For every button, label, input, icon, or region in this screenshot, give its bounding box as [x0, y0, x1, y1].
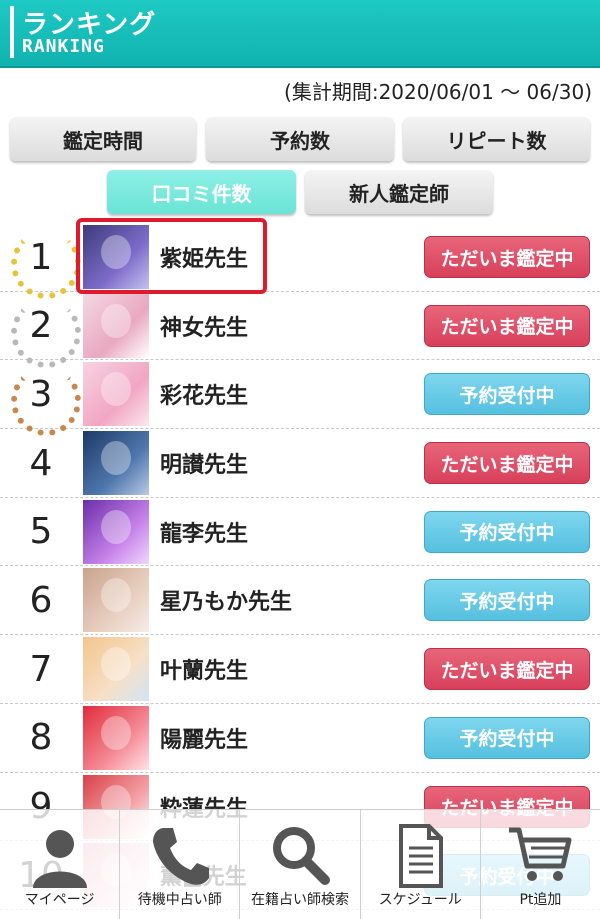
tab-reservations[interactable]: 予約数	[206, 117, 394, 161]
user-icon	[25, 820, 95, 890]
fortune-teller-name[interactable]: 陽麗先生	[160, 704, 248, 772]
status-badge-reserve[interactable]: 予約受付中	[424, 716, 590, 759]
fortune-teller-name[interactable]: 星乃もか先生	[160, 566, 292, 634]
rank-number-text: 3	[29, 373, 53, 415]
avatar[interactable]	[83, 705, 149, 770]
rank-number-text: 5	[29, 511, 53, 553]
avatar[interactable]	[83, 499, 149, 564]
status-badge-reserve[interactable]: 予約受付中	[424, 373, 590, 416]
status-badge-reserve[interactable]: 予約受付中	[424, 579, 590, 622]
fortune-teller-name[interactable]: 龍李先生	[160, 498, 248, 566]
nav-item-search[interactable]: 在籍占い師検索	[240, 810, 361, 919]
nav-item-cart[interactable]: Pt追加	[481, 810, 600, 919]
rank-number-text: 4	[29, 442, 53, 484]
status-badge-live[interactable]: ただいま鑑定中	[424, 648, 590, 691]
phone-icon	[145, 820, 215, 890]
rank-number: 4	[8, 429, 74, 497]
rank-number-text: 8	[29, 717, 53, 759]
avatar[interactable]	[83, 568, 149, 633]
status-badge-reserve[interactable]: 予約受付中	[424, 510, 590, 553]
rank-number: 7	[8, 635, 74, 703]
rank-number-text: 2	[29, 305, 53, 347]
tab-appraisal-time[interactable]: 鑑定時間	[10, 117, 196, 161]
nav-label: 在籍占い師検索	[251, 892, 349, 908]
tab-new-fortune-tellers[interactable]: 新人鑑定師	[305, 170, 493, 214]
rank-number: 6	[8, 566, 74, 634]
nav-label: Pt追加	[519, 892, 562, 908]
header-accent-bar	[10, 6, 14, 58]
nav-item-user[interactable]: マイページ	[0, 810, 121, 919]
rank-number-text: 1	[29, 236, 53, 278]
fortune-teller-name[interactable]: 彩花先生	[160, 360, 248, 428]
aggregation-period: (集計期間:2020/06/01 〜 06/30)	[284, 80, 592, 104]
selected-highlight-box	[76, 218, 267, 294]
ranking-row[interactable]: 4 明讃先生 ただいま鑑定中	[0, 429, 600, 498]
page-header: ランキング RANKING	[0, 0, 600, 68]
ranking-row[interactable]: 7 叶蘭先生 ただいま鑑定中	[0, 635, 600, 704]
nav-item-document[interactable]: スケジュール	[361, 810, 481, 919]
status-badge-live[interactable]: ただいま鑑定中	[424, 304, 590, 347]
search-icon	[265, 820, 335, 890]
laurel-medal-icon: 2	[8, 292, 81, 368]
rank-number: 5	[8, 498, 74, 566]
ranking-row[interactable]: 3 彩花先生 予約受付中	[0, 360, 600, 437]
tab-reviews[interactable]: 口コミ件数	[107, 170, 296, 214]
rank-number-text: 6	[29, 579, 53, 621]
laurel-medal-icon: 3	[8, 360, 81, 437]
laurel-medal-icon: 1	[8, 223, 81, 299]
nav-label: マイページ	[24, 892, 95, 908]
bottom-navigation: マイページ 待機中占い師 在籍占い師検索 スケジュール Pt追加	[0, 809, 600, 919]
ranking-row[interactable]: 6 星乃もか先生 予約受付中	[0, 566, 600, 636]
document-icon	[385, 820, 455, 890]
nav-label: スケジュール	[378, 892, 462, 908]
tab-repeats[interactable]: リピート数	[403, 117, 590, 161]
fortune-teller-name[interactable]: 明讃先生	[160, 429, 248, 497]
avatar[interactable]	[83, 431, 149, 496]
ranking-list: 1 紫姫先生 ただいま鑑定中 2 神女先生 ただいま鑑定中 3 彩花先生 予約受付中 4 明讃先生た…	[0, 223, 600, 910]
page-subtitle: RANKING	[22, 36, 105, 57]
nav-item-phone[interactable]: 待機中占い師	[120, 810, 241, 919]
avatar[interactable]	[83, 362, 149, 427]
fortune-teller-name[interactable]: 神女先生	[160, 292, 248, 360]
ranking-row[interactable]: 2 神女先生 ただいま鑑定中	[0, 292, 600, 368]
rank-number: 8	[8, 704, 74, 772]
avatar[interactable]	[83, 637, 149, 702]
ranking-row[interactable]: 8 陽麗先生 予約受付中	[0, 704, 600, 773]
ranking-row[interactable]: 5 龍李先生 予約受付中	[0, 498, 600, 567]
status-badge-live[interactable]: ただいま鑑定中	[424, 236, 590, 278]
cart-icon	[505, 820, 575, 890]
avatar[interactable]	[83, 293, 149, 358]
fortune-teller-name[interactable]: 叶蘭先生	[160, 635, 248, 703]
status-badge-live[interactable]: ただいま鑑定中	[424, 442, 590, 485]
rank-number-text: 7	[29, 648, 53, 690]
nav-label: 待機中占い師	[137, 892, 222, 908]
